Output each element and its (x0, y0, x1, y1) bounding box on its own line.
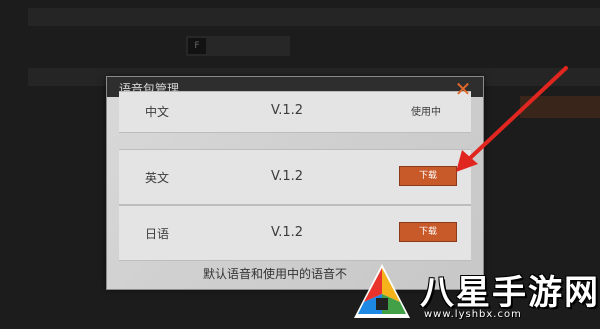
language-name: 日语 (145, 227, 170, 241)
voice-pack-row-english: 英文 V.1.2 下载 (119, 149, 471, 205)
language-name: 英文 (145, 171, 170, 185)
watermark-text: 八星手游网 (420, 273, 600, 313)
download-button-english[interactable]: 下载 (399, 166, 457, 186)
voice-pack-row-chinese: 中文 V.1.2 使用中 (119, 91, 471, 133)
version-label: V.1.2 (271, 103, 304, 118)
voice-pack-row-japanese: 日语 V.1.2 下载 (119, 205, 471, 261)
download-button-japanese[interactable]: 下载 (399, 222, 457, 242)
close-icon[interactable]: ✕ (453, 79, 473, 99)
status-in-use: 使用中 (411, 107, 441, 118)
voice-pack-dialog: 语音包管理 中文 V.1.2 使用中 英文 V.1.2 下载 日语 V.1.2 … (106, 76, 484, 290)
language-name: 中文 (145, 105, 170, 119)
footer-note: 默认语音和使用中的语音不 (203, 267, 348, 281)
watermark-logo (354, 264, 410, 318)
version-label: V.1.2 (271, 225, 304, 240)
version-label: V.1.2 (271, 169, 304, 184)
watermark-url: www.lyshbx.com (424, 309, 522, 320)
